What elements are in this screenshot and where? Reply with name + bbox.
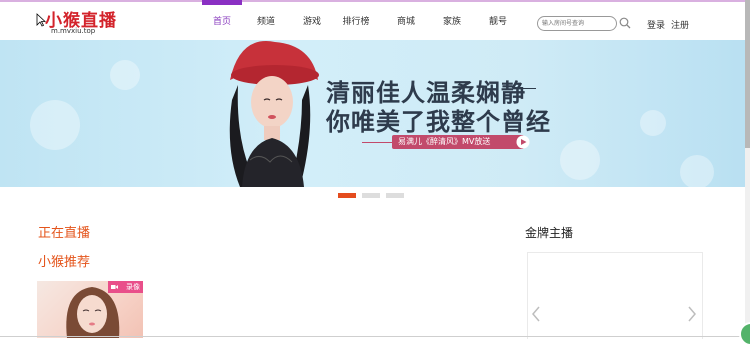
headline-decoration-line (520, 88, 536, 89)
floating-widget-icon[interactable] (739, 322, 750, 346)
carousel-dot[interactable] (362, 193, 380, 198)
chevron-left-icon[interactable] (531, 305, 541, 323)
video-camera-icon (111, 285, 118, 289)
section-title-live: 正在直播 (38, 226, 91, 241)
nav-channel[interactable]: 频道 (244, 2, 288, 40)
search-input[interactable] (542, 17, 610, 30)
banner-headline-line2: 你唯美了我整个曾经 (326, 107, 551, 136)
site-header: 小猴直播 m.mvxiu.top 首页 频道 游戏 排行榜 商城 家族 靓号 登… (0, 0, 745, 41)
bokeh-decoration (30, 100, 80, 150)
logo-subtitle: m.mvxiu.top (51, 27, 96, 35)
banner-model-image (229, 41, 319, 187)
section-title-gold-streamers: 金牌主播 (525, 226, 574, 240)
record-badge: 录像 (108, 281, 143, 293)
promo-decoration-line (362, 142, 392, 143)
scrollbar-thumb[interactable] (745, 0, 750, 148)
bokeh-decoration (640, 110, 666, 136)
section-title-recommend: 小猴推荐 (38, 255, 91, 270)
hero-banner[interactable]: 清丽佳人温柔娴静 你唯美了我整个曾经 易满儿《醉清风》MV放送 (0, 40, 745, 187)
play-icon[interactable] (516, 135, 530, 149)
register-link[interactable]: 注册 (671, 18, 689, 31)
promo-badge[interactable]: 易满儿《醉清风》MV放送 (392, 135, 524, 149)
search-box (537, 16, 617, 31)
chevron-right-icon[interactable] (687, 305, 697, 323)
gold-streamers-panel (527, 252, 703, 339)
nav-games[interactable]: 游戏 (290, 2, 334, 40)
nav-family[interactable]: 家族 (430, 2, 474, 40)
nav-mall[interactable]: 商城 (384, 2, 428, 40)
nav-vip-number[interactable]: 靓号 (476, 2, 520, 40)
bokeh-decoration (680, 155, 714, 187)
bokeh-decoration (560, 140, 600, 180)
bottom-divider (0, 336, 745, 337)
record-badge-label: 录像 (126, 283, 140, 291)
search-icon[interactable] (619, 17, 631, 29)
carousel-dot[interactable] (338, 193, 356, 198)
nav-ranking[interactable]: 排行榜 (334, 2, 378, 40)
carousel-dot[interactable] (386, 193, 404, 198)
login-link[interactable]: 登录 (647, 18, 665, 31)
nav-home[interactable]: 首页 (200, 0, 244, 40)
bokeh-decoration (110, 60, 140, 90)
recommend-stream-card[interactable]: 录像 (37, 281, 143, 338)
